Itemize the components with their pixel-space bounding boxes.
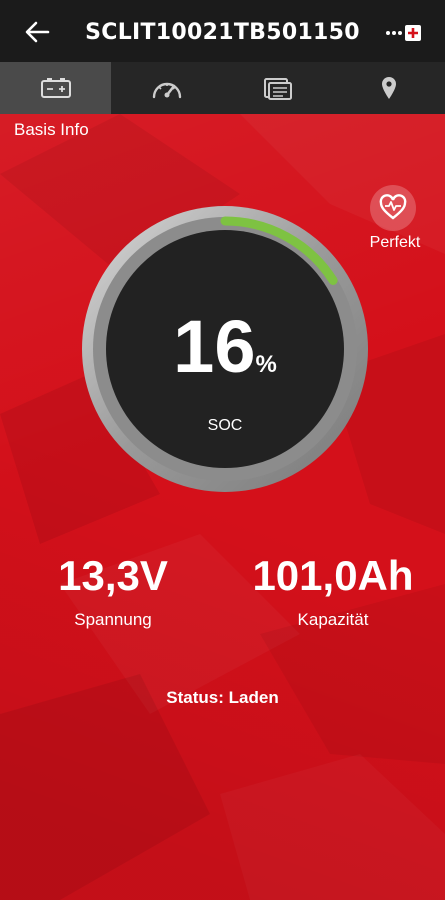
battery-icon — [40, 78, 71, 98]
tab-battery[interactable] — [0, 62, 112, 114]
top-bar: SCLIT10021TB501150 — [0, 0, 445, 62]
voltage-stat: 13,3V Spannung — [2, 552, 224, 630]
folder-list-icon — [264, 78, 293, 100]
soc-unit: % — [255, 351, 277, 378]
capacity-value: 101,0Ah — [252, 552, 414, 599]
soc-value: 16% — [80, 304, 370, 389]
speedometer-icon — [152, 82, 182, 99]
app-screen: SCLIT10021TB501150 Basis Info Perfekt 16… — [0, 0, 445, 900]
tab-speed[interactable] — [111, 62, 222, 114]
location-pin-icon — [382, 77, 397, 99]
more-menu-icon[interactable] — [384, 22, 424, 44]
status-text: Status: Laden — [166, 688, 279, 707]
section-title: Basis Info — [14, 120, 89, 139]
soc-label: SOC — [207, 417, 243, 434]
soc-number: 16 — [173, 305, 256, 388]
basis-info-panel: Basis Info Perfekt 16% SOC 13,3V Spannun… — [0, 114, 445, 900]
tab-records[interactable] — [223, 62, 334, 114]
voltage-value: 13,3V — [58, 552, 168, 599]
tab-location[interactable] — [334, 62, 445, 114]
tab-bar — [0, 62, 445, 114]
heart-pulse-icon — [379, 194, 407, 220]
capacity-stat: 101,0Ah Kapazität — [222, 552, 444, 630]
device-title: SCLIT10021TB501150 — [85, 20, 360, 45]
voltage-label: Spannung — [74, 610, 152, 629]
capacity-label: Kapazität — [297, 610, 369, 629]
health-button[interactable] — [370, 185, 416, 231]
